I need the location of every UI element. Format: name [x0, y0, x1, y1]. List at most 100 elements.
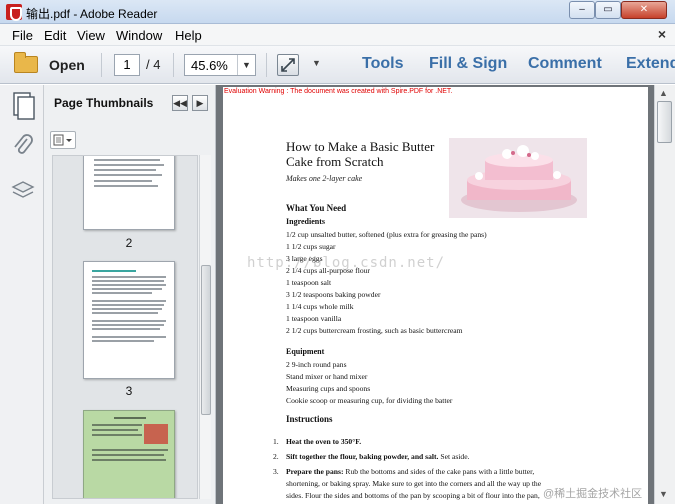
thumbnail-page-4[interactable] — [83, 410, 175, 498]
thumbnail-text-line — [92, 288, 162, 290]
thumbnail-text-line — [92, 320, 166, 322]
thumbnail-text-line — [92, 324, 164, 326]
thumbnail-text-line — [94, 159, 160, 161]
scroll-thumb[interactable] — [657, 101, 672, 143]
menu-edit[interactable]: Edit — [44, 28, 66, 43]
expand-panel-button[interactable]: ▶ — [192, 95, 208, 111]
scroll-down-arrow-icon[interactable]: ▼ — [659, 489, 668, 499]
thumbnail-text-line — [92, 312, 158, 314]
zoom-select[interactable]: 45.6% ▼ — [184, 54, 256, 76]
thumbnail-text-line — [94, 169, 156, 171]
instruction-step: 3. Prepare the pans: Rub the bottoms and … — [273, 467, 535, 476]
thumbnail-scrollbar[interactable] — [199, 155, 211, 499]
collapse-panel-button[interactable]: ◀◀ — [172, 95, 188, 111]
chevron-down-icon[interactable]: ▼ — [237, 55, 255, 75]
ingredient-item: 3 1/2 teaspoons baking powder — [286, 290, 381, 299]
menu-help[interactable]: Help — [175, 28, 202, 43]
cake-image — [449, 138, 587, 218]
ingredient-item: 1 teaspoon salt — [286, 278, 332, 287]
close-button[interactable]: ✕ — [621, 1, 667, 19]
thumbnail-image — [144, 424, 168, 444]
equipment-item: Measuring cups and spoons — [286, 384, 371, 393]
menu-window[interactable]: Window — [116, 28, 162, 43]
thumbnail-text-line — [92, 300, 166, 302]
fill-sign-link[interactable]: Fill & Sign — [429, 55, 507, 73]
equipment-item: Stand mixer or hand mixer — [286, 372, 368, 381]
thumbnail-page-3[interactable] — [83, 261, 175, 379]
document-scrollbar[interactable]: ▲ ▼ — [654, 85, 675, 504]
toolbar-divider — [266, 53, 267, 77]
menu-file[interactable]: File — [12, 28, 33, 43]
page-thumbnails-icon[interactable] — [10, 91, 36, 120]
scroll-up-arrow-icon[interactable]: ▲ — [659, 88, 668, 98]
menu-view[interactable]: View — [77, 28, 105, 43]
thumbnail-text-line — [94, 164, 164, 166]
fit-page-icon[interactable] — [277, 54, 299, 76]
section-heading: What You Need — [286, 203, 347, 213]
adobe-reader-icon — [6, 4, 22, 21]
page-number-input[interactable]: 1 — [114, 54, 140, 76]
instruction-step-continued: shortening, or baking spray. Make sure t… — [286, 479, 542, 488]
recipe-title: How to Make a Basic Butter Cake from Scr… — [286, 139, 435, 169]
ingredient-item: 2 1/2 cups buttercream frosting, such as… — [286, 326, 463, 335]
document-view: Evaluation Warning : The document was cr… — [216, 85, 654, 504]
tools-link[interactable]: Tools — [362, 55, 403, 73]
thumbnail-text-line — [92, 280, 164, 282]
equipment-item: Cookie scoop or measuring cup, for divid… — [286, 396, 453, 405]
toolbar: Open 1 / 4 45.6% ▼ ▼ Tools Fill & Sign C… — [0, 46, 675, 84]
options-menu-icon[interactable] — [50, 131, 76, 149]
thumbnail-scroll-thumb[interactable] — [201, 265, 211, 415]
thumbnail-text-line — [92, 340, 154, 342]
ingredient-item: 1 1/4 cups whole milk — [286, 302, 354, 311]
close-document-button[interactable]: × — [658, 26, 666, 42]
thumbnail-text-line — [92, 276, 166, 278]
thumbnail-text-line — [92, 308, 162, 310]
thumbnail-heading-line — [92, 270, 136, 272]
ingredient-item: 1/2 cup unsalted butter, softened (plus … — [286, 230, 487, 239]
toolbar-divider — [173, 53, 174, 77]
zoom-value: 45.6% — [191, 58, 228, 73]
comment-link[interactable]: Comment — [528, 55, 602, 73]
minimize-button[interactable]: – — [569, 1, 595, 19]
thumbnail-text-line — [92, 434, 142, 436]
thumbnail-text-line — [92, 454, 164, 456]
folder-icon[interactable] — [14, 52, 38, 73]
instruction-step: 1. Heat the oven to 350°F. — [273, 437, 362, 446]
maximize-button[interactable]: ▭ — [595, 1, 621, 19]
ingredient-item: 1 teaspoon vanilla — [286, 314, 342, 323]
instruction-step: 2. Sift together the flour, baking powder… — [273, 452, 470, 461]
thumbnail-text-line — [92, 292, 152, 294]
toolbar-divider — [101, 53, 102, 77]
equipment-heading: Equipment — [286, 347, 325, 356]
thumbnail-text-line — [92, 336, 166, 338]
corner-watermark: @稀土掘金技术社区 — [543, 488, 643, 500]
thumbnail-list: 2 3 — [52, 155, 198, 499]
layers-icon[interactable] — [10, 177, 36, 203]
title-bar: 输出.pdf - Adobe Reader – ▭ ✕ — [0, 0, 675, 24]
blog-watermark: http://blog.csdn.net/ — [247, 255, 446, 271]
thumbnail-text-line — [92, 424, 142, 426]
chevron-down-icon[interactable]: ▼ — [312, 58, 321, 68]
thumbnail-text-line — [92, 284, 166, 286]
instruction-step-continued: sides. Flour the sides and bottoms of th… — [286, 491, 540, 500]
instructions-heading: Instructions — [286, 414, 333, 424]
open-button[interactable]: Open — [49, 57, 85, 73]
thumbnail-number: 2 — [125, 236, 133, 250]
extend-link[interactable]: Extend — [626, 55, 675, 73]
thumbnail-text-line — [94, 174, 162, 176]
thumbnail-panel: Page Thumbnails ◀◀ ▶ 2 3 — [44, 85, 216, 504]
thumbnail-text-line — [92, 459, 166, 461]
thumbnail-text-line — [92, 328, 160, 330]
ingredients-heading: Ingredients — [286, 217, 325, 226]
menu-bar: File Edit View Window Help × — [0, 24, 675, 46]
recipe-subtitle: Makes one 2-layer cake — [286, 174, 363, 183]
thumbnail-text-line — [92, 304, 164, 306]
thumbnail-text-line — [94, 180, 152, 182]
thumbnail-page-2[interactable] — [83, 156, 175, 230]
ingredient-item: 1 1/2 cups sugar — [286, 242, 336, 251]
thumbnail-number: 3 — [125, 384, 133, 398]
equipment-item: 2 9-inch round pans — [286, 360, 347, 369]
thumbnail-text-line — [94, 185, 158, 187]
paperclip-icon[interactable] — [10, 133, 36, 159]
page-total: / 4 — [146, 57, 161, 72]
